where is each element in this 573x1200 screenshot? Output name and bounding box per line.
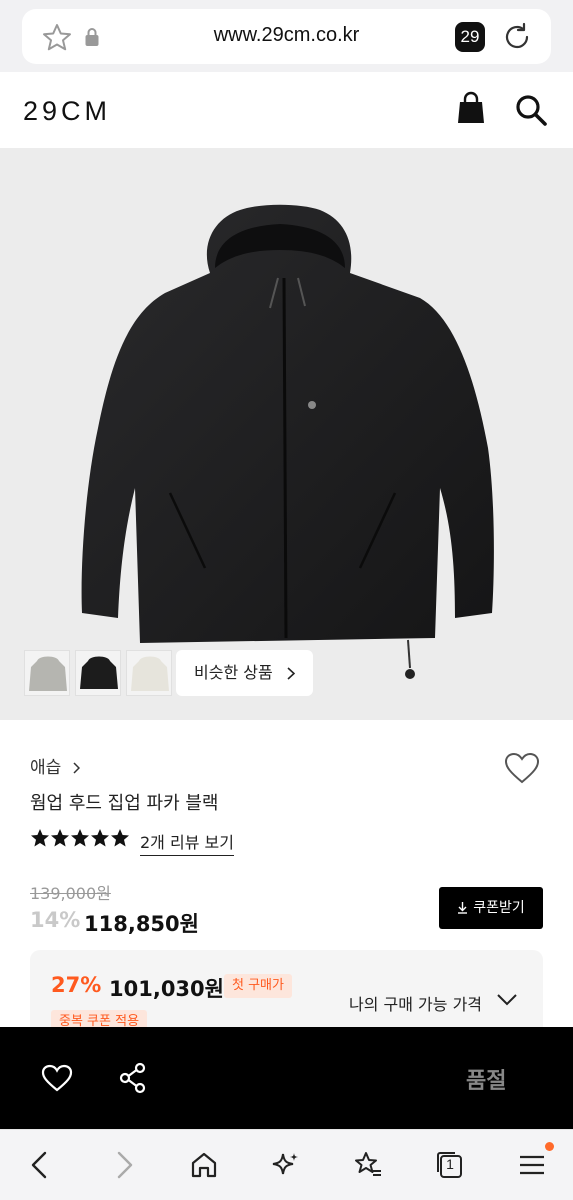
tab-count-button[interactable]: 29 — [455, 22, 485, 52]
product-image-gallery[interactable]: 비슷한 상품 — [0, 148, 573, 720]
address-bar[interactable]: www.29cm.co.kr 29 — [22, 9, 551, 64]
sale-price: 118,850원 — [84, 912, 199, 936]
menu-icon[interactable] — [517, 1150, 547, 1180]
thumbnail-black[interactable] — [75, 650, 121, 696]
brand-link[interactable]: 애습 — [30, 753, 80, 778]
download-icon — [458, 902, 468, 914]
star-icon — [30, 828, 50, 848]
best-price-rate: 27% — [51, 973, 102, 997]
notification-dot — [545, 1142, 554, 1151]
share-icon[interactable] — [119, 1062, 147, 1094]
product-info: 애습 웜업 후드 집업 파카 블랙 2개 리뷰 보기 139,000원 14% … — [0, 720, 573, 1040]
reload-icon[interactable] — [502, 21, 532, 53]
my-price-toggle-label[interactable]: 나의 구매 가능 가격 — [349, 991, 482, 1015]
get-coupon-button[interactable]: 쿠폰받기 — [439, 887, 543, 929]
sold-out-status: 품절 — [466, 1069, 507, 1094]
star-icon — [70, 828, 90, 848]
site-logo[interactable]: 29CM — [23, 96, 111, 127]
heart-icon[interactable] — [41, 1064, 73, 1092]
home-icon[interactable] — [189, 1150, 219, 1180]
tabs-count: 1 — [446, 1156, 454, 1172]
original-price: 139,000원 — [30, 884, 111, 903]
discount-rate: 14% — [30, 908, 81, 932]
product-title: 웜업 후드 집업 파카 블랙 — [30, 793, 219, 814]
chevron-right-icon — [73, 762, 80, 774]
site-header: 29CM — [0, 72, 573, 148]
star-icon — [110, 828, 130, 848]
wishlist-heart-icon[interactable] — [504, 752, 540, 784]
best-price-value: 101,030원 — [109, 977, 224, 1001]
back-icon[interactable] — [25, 1150, 55, 1180]
review-link[interactable]: 2개 리뷰 보기 — [140, 829, 234, 856]
browser-bottom-nav: 1 — [0, 1129, 573, 1200]
star-list-icon[interactable] — [353, 1150, 383, 1180]
thumbnail-ivory[interactable] — [126, 650, 172, 696]
thumbnail-gray[interactable] — [24, 650, 70, 696]
star-icon — [50, 828, 70, 848]
brand-name: 애습 — [30, 758, 62, 778]
shopping-bag-icon[interactable] — [456, 91, 486, 125]
product-image — [81, 204, 494, 679]
similar-products-label: 비슷한 상품 — [194, 663, 273, 682]
purchase-bar: 품절 — [0, 1027, 573, 1129]
rating-stars — [30, 828, 130, 850]
chevron-down-icon[interactable] — [497, 994, 517, 1006]
browser-toolbar: www.29cm.co.kr 29 — [0, 0, 573, 72]
sparkle-icon[interactable] — [271, 1150, 301, 1180]
search-icon[interactable] — [514, 93, 548, 127]
star-icon — [90, 828, 110, 848]
forward-icon[interactable] — [109, 1150, 139, 1180]
get-coupon-label: 쿠폰받기 — [473, 900, 525, 916]
similar-products-button[interactable]: 비슷한 상품 — [176, 650, 313, 696]
chevron-right-icon — [287, 667, 295, 680]
first-purchase-badge: 첫 구매가 — [224, 974, 292, 998]
